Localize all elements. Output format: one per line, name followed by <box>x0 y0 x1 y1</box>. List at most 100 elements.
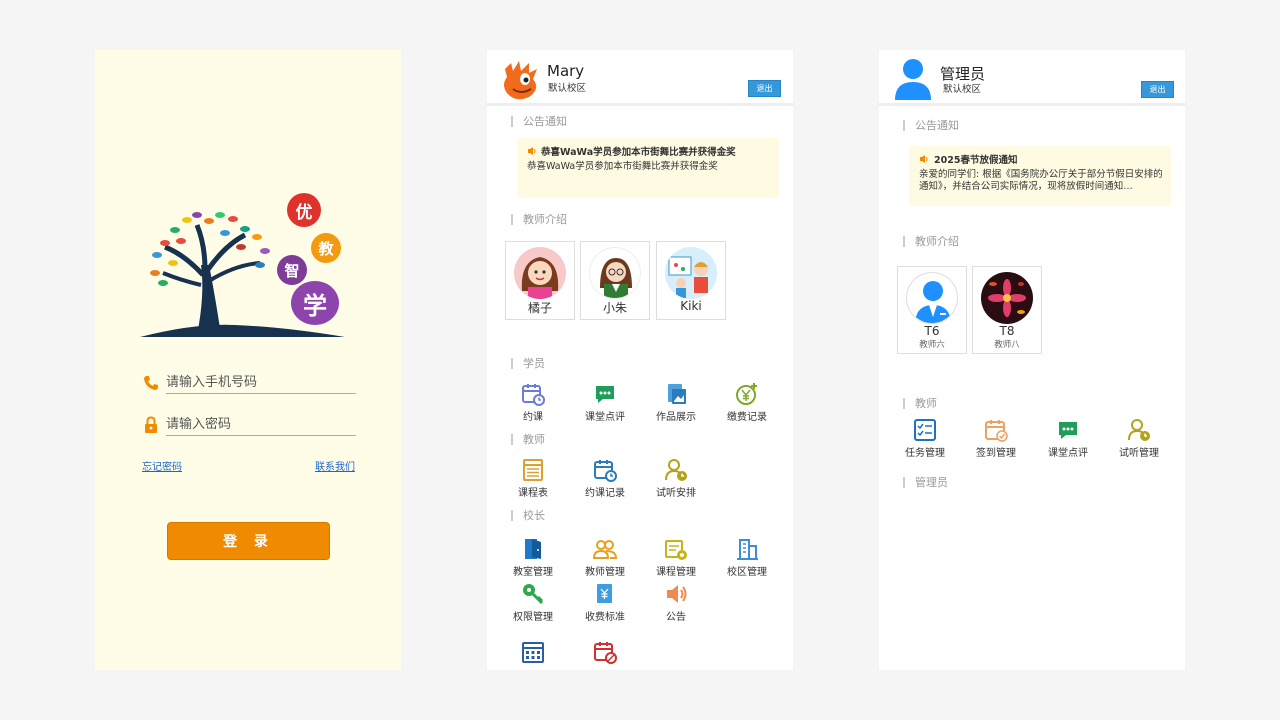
login-button[interactable]: 登 录 <box>167 522 330 560</box>
yuan-coin-icon <box>736 383 757 405</box>
func-label: 收费标准 <box>585 612 625 623</box>
func-class-review[interactable]: 课堂点评 <box>1036 417 1100 459</box>
func-timetable[interactable]: 课程表 <box>501 457 565 499</box>
teacher-photo <box>906 272 958 324</box>
func-class-review[interactable]: 课堂点评 <box>573 381 637 423</box>
principal-section-title: 校长 <box>511 510 545 521</box>
student-dashboard-screen: Mary 默认校区 退出 公告通知 恭喜WaWa学员参加本市街舞比赛并获得金奖 … <box>487 50 793 670</box>
logo-char-jiao: 教 <box>311 233 341 263</box>
phone-input[interactable] <box>166 372 356 394</box>
teacher-name: T6 <box>924 324 940 338</box>
func-announcement[interactable]: 公告 <box>644 581 708 623</box>
teacher-card[interactable]: 小朱 <box>580 241 650 320</box>
func-teacher-mgmt[interactable]: 教师管理 <box>573 536 637 578</box>
speaker-icon <box>920 155 928 163</box>
func-label: 约课 <box>523 412 543 423</box>
teacher-name: 橘子 <box>527 301 552 315</box>
password-field-row <box>142 413 356 437</box>
campus-label: 默认校区 <box>548 83 587 94</box>
user-name: Mary <box>547 62 585 80</box>
dragon-mascot-icon <box>504 61 537 100</box>
func-works-show[interactable]: 作品展示 <box>644 381 708 423</box>
notice-title-text: 2025春节放假通知 <box>934 155 1018 166</box>
func-label: 试听管理 <box>1119 448 1159 459</box>
func-label: 课程管理 <box>656 567 696 578</box>
users-icon <box>592 540 618 559</box>
fee-document-icon <box>597 584 612 603</box>
func-label: 教师管理 <box>585 567 625 578</box>
checklist-icon <box>914 419 936 441</box>
image-gallery-icon <box>668 384 686 404</box>
notice-section-title: 公告通知 <box>903 120 959 131</box>
admin-section-title: 管理员 <box>903 477 948 488</box>
func-booking-records[interactable]: 约课记录 <box>573 457 637 499</box>
func-label: 签到管理 <box>976 448 1016 459</box>
logo-char-you: 优 <box>287 193 321 227</box>
func-label: 课程表 <box>518 488 548 499</box>
notice-card[interactable]: 恭喜WaWa学员参加本市街舞比赛并获得金奖 恭喜WaWa学员参加本市街舞比赛并获… <box>517 138 779 198</box>
func-permission-mgmt[interactable]: 权限管理 <box>501 581 565 623</box>
notice-card[interactable]: 2025春节放假通知 亲爱的同学们: 根据《国务院办公厅关于部分节假日安排的通知… <box>909 146 1171 206</box>
teacher-photo <box>514 247 566 299</box>
func-label: 缴费记录 <box>727 412 767 423</box>
notice-title: 2025春节放假通知 <box>919 152 1163 166</box>
teacher-func-section-title: 教师 <box>511 434 545 445</box>
calendar-clock-icon <box>522 384 545 406</box>
logo-char-zhi: 智 <box>277 255 307 285</box>
calendar-cancel-icon <box>594 642 617 664</box>
admin-dashboard-screen: 管理员 默认校区 退出 公告通知 2025春节放假通知 亲爱的同学们: 根据《国… <box>879 50 1185 670</box>
app-logo: 优 教 智 学 <box>135 185 365 345</box>
notice-title-text: 恭喜WaWa学员参加本市街舞比赛并获得金奖 <box>541 147 736 158</box>
func-more-calendar[interactable] <box>501 639 565 665</box>
speaker-icon <box>528 147 536 155</box>
speaker-icon <box>667 585 687 603</box>
func-task-mgmt[interactable]: 任务管理 <box>893 417 957 459</box>
func-label: 约课记录 <box>585 488 625 499</box>
building-icon <box>737 539 758 560</box>
timetable-icon <box>523 459 543 481</box>
func-checkin-mgmt[interactable]: 签到管理 <box>964 417 1028 459</box>
teacher-section-title: 教师介绍 <box>511 214 567 225</box>
contact-us-link[interactable]: 联系我们 <box>315 458 355 473</box>
user-clock-icon <box>1128 419 1150 441</box>
lock-icon <box>142 416 160 434</box>
teacher-card[interactable]: T6 教师六 <box>897 266 967 354</box>
door-icon <box>525 539 541 559</box>
student-section-title: 学员 <box>511 358 545 369</box>
chat-bubble-icon <box>596 386 614 403</box>
func-trial-schedule[interactable]: 试听安排 <box>644 457 708 499</box>
mascot-avatar <box>499 59 543 101</box>
teacher-photo <box>665 247 717 299</box>
calendar-clock-icon <box>594 460 617 482</box>
logout-button[interactable]: 退出 <box>1141 81 1174 98</box>
func-payment-records[interactable]: 缴费记录 <box>715 381 779 423</box>
func-label: 课堂点评 <box>1048 448 1088 459</box>
campus-label: 默认校区 <box>943 84 982 95</box>
calendar-check-icon <box>985 420 1008 442</box>
course-settings-icon <box>665 540 687 560</box>
func-course-mgmt[interactable]: 课程管理 <box>644 536 708 578</box>
func-label: 权限管理 <box>513 612 553 623</box>
func-label: 校区管理 <box>727 567 767 578</box>
func-classroom-mgmt[interactable]: 教室管理 <box>501 536 565 578</box>
teacher-card[interactable]: 橘子 <box>505 241 575 320</box>
func-trial-mgmt[interactable]: 试听管理 <box>1107 417 1171 459</box>
login-screen: 优 教 智 学 忘记密码 联系我们 登 录 <box>95 50 401 670</box>
notice-body: 恭喜WaWa学员参加本市街舞比赛并获得金奖 <box>527 161 718 172</box>
func-book-class[interactable]: 约课 <box>501 381 565 423</box>
teacher-role: 教师八 <box>994 340 1020 350</box>
notice-body: 亲爱的同学们: 根据《国务院办公厅关于部分节假日安排的通知》，并结合公司实际情况… <box>919 169 1163 192</box>
logout-button[interactable]: 退出 <box>748 80 781 97</box>
func-label: 作品展示 <box>656 412 696 423</box>
func-label: 公告 <box>666 612 686 623</box>
func-fee-standard[interactable]: 收费标准 <box>573 581 637 623</box>
password-input[interactable] <box>166 414 356 436</box>
func-label: 试听安排 <box>656 488 696 499</box>
forgot-password-link[interactable]: 忘记密码 <box>142 458 182 473</box>
teacher-card[interactable]: Kiki <box>656 241 726 320</box>
teacher-card[interactable]: T8 教师八 <box>972 266 1042 354</box>
func-campus-mgmt[interactable]: 校区管理 <box>715 536 779 578</box>
teacher-name: 小朱 <box>602 301 627 315</box>
func-more-cancel[interactable] <box>573 639 637 665</box>
teacher-name: Kiki <box>680 299 702 313</box>
